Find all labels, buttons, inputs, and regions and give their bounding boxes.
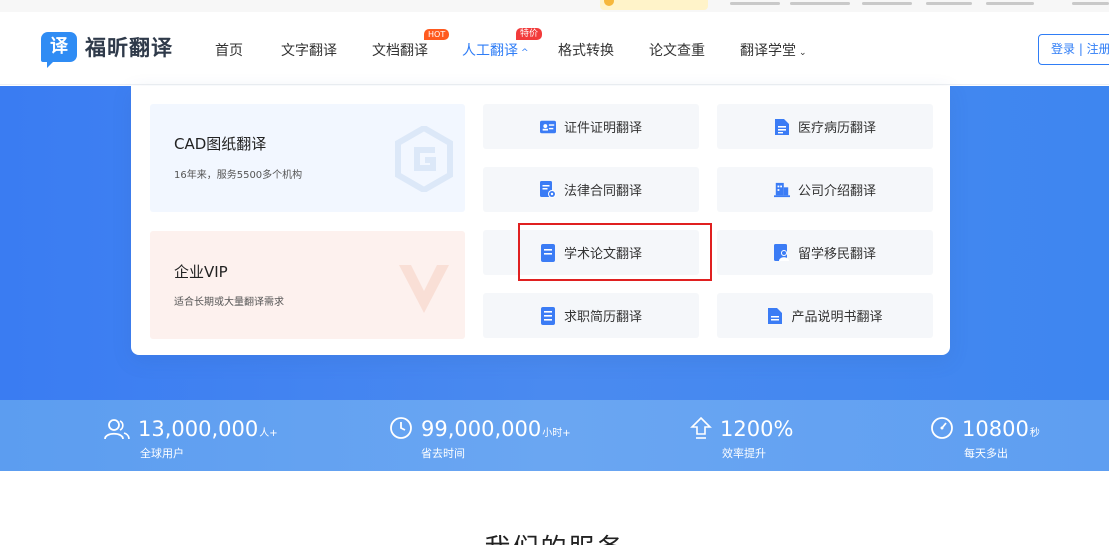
promo-subtitle: 16年来，服务5500多个机构 bbox=[174, 170, 303, 181]
clock-icon bbox=[390, 417, 412, 439]
nav-item-label: 文字翻译 bbox=[281, 43, 337, 59]
company-icon bbox=[773, 182, 790, 197]
nav-item-home[interactable]: 首页 bbox=[215, 40, 243, 60]
human-translation-dropdown: CAD图纸翻译 16年来，服务5500多个机构 企业VIP 适合长期或大量翻译需… bbox=[131, 86, 950, 355]
services-section-title: 我们的服务 bbox=[0, 528, 1109, 545]
top-strip bbox=[0, 0, 1109, 12]
chevron-up-icon: ^ bbox=[521, 48, 529, 58]
service-legal-contract[interactable]: 法律合同翻译 bbox=[483, 167, 699, 212]
promo-subtitle: 适合长期或大量翻译需求 bbox=[174, 297, 284, 308]
nav-item-format-conversion[interactable]: 格式转换 bbox=[558, 40, 614, 60]
users-icon bbox=[104, 419, 130, 440]
service-label: 留学移民翻译 bbox=[797, 247, 876, 262]
stat-users: 13,000,000人+ 全球用户 bbox=[104, 416, 278, 461]
contract-icon bbox=[539, 180, 556, 198]
service-label: 医疗病历翻译 bbox=[797, 121, 876, 136]
stat-value: 99,000,000 bbox=[421, 417, 542, 441]
service-label: 证件证明翻译 bbox=[563, 121, 642, 136]
service-academic-paper[interactable]: 学术论文翻译 bbox=[483, 230, 699, 275]
nav-item-translation-academy[interactable]: 翻译学堂 ⌄ bbox=[740, 40, 807, 60]
service-label: 求职简历翻译 bbox=[563, 310, 642, 325]
chevron-down-icon: ⌄ bbox=[799, 48, 807, 58]
service-label: 学术论文翻译 bbox=[563, 247, 642, 262]
promo-title: 企业VIP bbox=[174, 263, 228, 281]
id-card-icon bbox=[539, 120, 556, 133]
service-resume[interactable]: 求职简历翻译 bbox=[483, 293, 699, 338]
logo-icon: 译 bbox=[41, 32, 77, 68]
nav-item-label: 格式转换 bbox=[558, 43, 614, 59]
immigration-icon bbox=[773, 243, 789, 261]
service-medical-record[interactable]: 医疗病历翻译 bbox=[717, 104, 933, 149]
nav-item-text-translation[interactable]: 文字翻译 bbox=[281, 40, 337, 60]
service-company-intro[interactable]: 公司介绍翻译 bbox=[717, 167, 933, 212]
stat-value: 10800 bbox=[962, 417, 1029, 441]
hot-badge: HOT bbox=[424, 29, 450, 40]
sale-badge: 特价 bbox=[516, 28, 543, 40]
logo[interactable]: 译 福昕翻译 bbox=[41, 32, 173, 68]
service-label: 法律合同翻译 bbox=[563, 184, 642, 199]
service-product-manual[interactable]: 产品说明书翻译 bbox=[717, 293, 933, 338]
stat-unit: 小时+ bbox=[542, 428, 571, 439]
top-link[interactable] bbox=[730, 2, 780, 5]
nav-item-plagiarism-check[interactable]: 论文查重 bbox=[649, 40, 705, 60]
nav-item-label: 论文查重 bbox=[649, 43, 705, 59]
service-label: 产品说明书翻译 bbox=[791, 310, 883, 325]
nav-item-label: 文档翻译 bbox=[372, 43, 428, 59]
stats-band: 13,000,000人+ 全球用户 99,000,000小时+ 省去时间 120… bbox=[0, 400, 1109, 471]
resume-icon bbox=[540, 306, 555, 325]
service-study-immigration[interactable]: 留学移民翻译 bbox=[717, 230, 933, 275]
stat-unit: 人+ bbox=[259, 428, 278, 439]
service-label: 公司介绍翻译 bbox=[797, 184, 876, 199]
stat-efficiency: 1200% 效率提升 bbox=[690, 416, 794, 461]
cad-watermark-icon bbox=[395, 126, 453, 192]
login-register-button[interactable]: 登录 | 注册 bbox=[1038, 34, 1109, 65]
top-link[interactable] bbox=[986, 2, 1034, 5]
nav-item-document-translation[interactable]: 文档翻译 HOT bbox=[372, 29, 450, 60]
medical-record-icon bbox=[774, 118, 789, 135]
stat-caption: 全球用户 bbox=[140, 447, 184, 460]
stat-value: 1200% bbox=[720, 417, 794, 441]
top-link[interactable] bbox=[926, 2, 972, 5]
nav-item-label: 首页 bbox=[215, 43, 243, 59]
vip-watermark-icon bbox=[399, 265, 449, 313]
promo-title: CAD图纸翻译 bbox=[174, 135, 267, 153]
top-link[interactable] bbox=[862, 2, 912, 5]
service-id-certificate[interactable]: 证件证明翻译 bbox=[483, 104, 699, 149]
stat-unit: 秒 bbox=[1029, 428, 1040, 439]
promo-card-vip[interactable]: 企业VIP 适合长期或大量翻译需求 bbox=[150, 231, 465, 339]
header: 译 福昕翻译 首页 文字翻译 文档翻译 HOT 人工翻译 ^ 特价 格式转换 论文… bbox=[0, 12, 1109, 85]
stat-caption: 每天多出 bbox=[964, 447, 1008, 460]
stat-value: 13,000,000 bbox=[138, 417, 259, 441]
logo-text: 福昕翻译 bbox=[85, 36, 173, 60]
stat-extra-seconds: 10800秒 每天多出 bbox=[930, 416, 1040, 461]
upload-arrow-icon bbox=[690, 416, 712, 439]
manual-icon bbox=[768, 307, 783, 324]
stat-time-saved: 99,000,000小时+ 省去时间 bbox=[389, 416, 571, 461]
paper-icon bbox=[540, 243, 555, 262]
promo-card-cad[interactable]: CAD图纸翻译 16年来，服务5500多个机构 bbox=[150, 104, 465, 212]
nav-item-human-translation[interactable]: 人工翻译 ^ 特价 bbox=[462, 28, 543, 60]
nav-item-label: 人工翻译 bbox=[462, 43, 518, 59]
stat-caption: 效率提升 bbox=[722, 447, 766, 460]
nav-item-label: 翻译学堂 bbox=[740, 43, 796, 59]
stat-caption: 省去时间 bbox=[421, 447, 465, 460]
top-promo-banner[interactable] bbox=[600, 0, 708, 10]
top-link[interactable] bbox=[1072, 2, 1109, 5]
timer-icon bbox=[931, 417, 953, 439]
top-link[interactable] bbox=[790, 2, 850, 5]
